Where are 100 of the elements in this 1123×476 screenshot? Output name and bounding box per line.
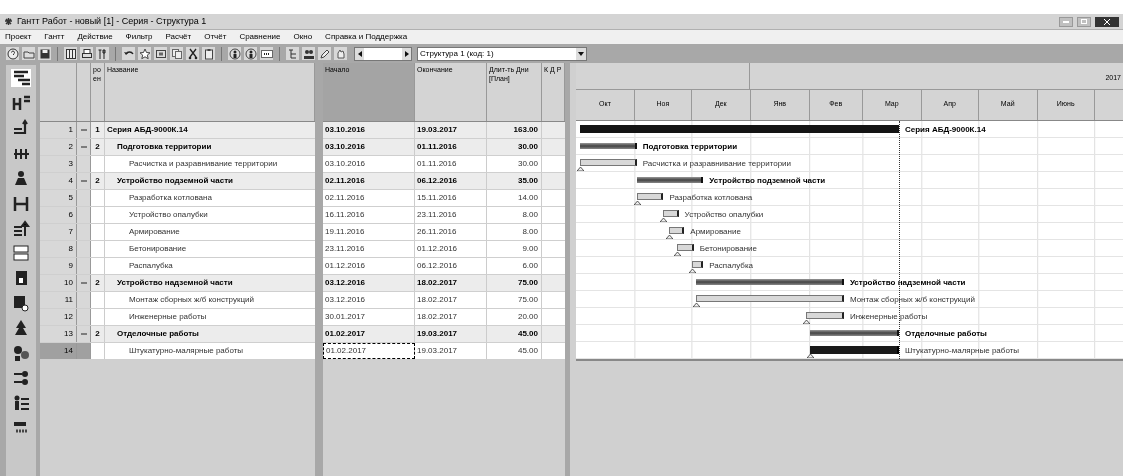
close-button[interactable] — [1095, 16, 1119, 27]
table-cell: Серия АБД-9000К.14 — [105, 122, 315, 138]
structure-dropdown[interactable]: Структура 1 (код: 1) — [417, 46, 587, 61]
row-number[interactable]: 14 — [40, 343, 77, 359]
table-cell[interactable]: 16.11.2016 — [323, 207, 415, 223]
row-number[interactable]: 10 — [40, 275, 77, 291]
columns-icon — [64, 47, 77, 60]
table-cell: Штукатурно-малярные работы — [105, 343, 315, 359]
toolbar-button[interactable] — [64, 47, 77, 60]
table-cell[interactable]: 02.11.2016 — [323, 173, 415, 189]
menu-item[interactable]: Фильтр — [124, 31, 154, 43]
menu-item[interactable]: Проект — [4, 31, 33, 43]
row-number[interactable]: 2 — [40, 139, 77, 155]
minimize-button[interactable] — [1059, 16, 1073, 27]
table-cell: 75.00 — [487, 292, 542, 308]
table-cell[interactable]: 03.12.2016 — [323, 275, 415, 291]
menu-item[interactable]: Сравнение — [238, 31, 282, 43]
table-cell: 2 — [91, 173, 105, 189]
table-cell — [542, 122, 565, 138]
minus-icon — [80, 144, 87, 150]
toolbar-button[interactable] — [96, 47, 109, 60]
row-number[interactable]: 13 — [40, 326, 77, 342]
row-number[interactable]: 3 — [40, 156, 77, 172]
table-cell[interactable]: 19.11.2016 — [323, 224, 415, 240]
table-cell: Расчистка и разравнивание территории — [105, 156, 315, 172]
toolbar-button[interactable] — [122, 47, 135, 60]
table-cell[interactable]: 01.12.2016 — [323, 258, 415, 274]
row-number[interactable]: 11 — [40, 292, 77, 308]
side-toolbar-button[interactable] — [11, 219, 31, 237]
gantt-bar — [691, 261, 704, 268]
table-cell — [542, 207, 565, 223]
collapse-toggle[interactable] — [79, 143, 88, 151]
collapse-toggle[interactable] — [79, 330, 88, 338]
scroll-left-button[interactable] — [355, 47, 364, 60]
collapse-toggle[interactable] — [79, 126, 88, 134]
table-cell[interactable]: 23.11.2016 — [323, 241, 415, 257]
toolbar-button[interactable] — [138, 47, 151, 60]
bar-label: Устройство подземной части — [709, 175, 826, 187]
table-cell: 30.00 — [487, 156, 542, 172]
side-toolbar-button[interactable] — [11, 244, 31, 262]
row-number[interactable]: 8 — [40, 241, 77, 257]
table-cell[interactable]: 03.12.2016 — [323, 292, 415, 308]
gantt-bar — [669, 227, 685, 234]
table-cell: 30.00 — [487, 139, 542, 155]
table-cell: 06.12.2016 — [415, 258, 487, 274]
table-cell: 2 — [91, 139, 105, 155]
menu-item[interactable]: Гантт — [43, 31, 66, 43]
dropdown-button[interactable] — [576, 47, 586, 60]
toolbar-button[interactable] — [302, 47, 315, 60]
table-cell: 18.02.2017 — [415, 309, 487, 325]
side-toolbar-button[interactable] — [11, 194, 31, 212]
menu-item[interactable]: Отчёт — [203, 31, 228, 43]
tool-icon — [12, 344, 30, 362]
toolbar-button[interactable] — [38, 47, 51, 60]
toolbar-button[interactable] — [260, 47, 273, 60]
table-cell[interactable]: 30.01.2017 — [323, 309, 415, 325]
menu-item[interactable]: Окно — [292, 31, 314, 43]
toolbar-button[interactable] — [202, 47, 215, 60]
side-toolbar-button[interactable] — [11, 119, 31, 137]
table-cell: 18.02.2017 — [415, 275, 487, 291]
side-toolbar-button[interactable] — [11, 94, 31, 112]
table-cell[interactable]: 01.02.2017 — [323, 326, 415, 342]
row-number[interactable]: 12 — [40, 309, 77, 325]
table-cell[interactable]: 01.02.2017 — [323, 343, 415, 359]
row-number[interactable]: 6 — [40, 207, 77, 223]
row-number[interactable]: 1 — [40, 122, 77, 138]
toolbar-button[interactable] — [318, 47, 331, 60]
collapse-toggle[interactable] — [79, 279, 88, 287]
collapse-toggle[interactable] — [79, 177, 88, 185]
toolbar-button[interactable] — [80, 47, 93, 60]
table-cell: 163.00 — [487, 122, 542, 138]
table-cell: Разработка котлована — [105, 190, 315, 206]
row-number[interactable]: 4 — [40, 173, 77, 189]
table-cell: 20.00 — [487, 309, 542, 325]
table-cell[interactable]: 03.10.2016 — [323, 139, 415, 155]
maximize-button[interactable] — [1077, 16, 1091, 27]
row-number[interactable]: 5 — [40, 190, 77, 206]
scroll-right-button[interactable] — [402, 47, 411, 60]
table-cell: 06.12.2016 — [415, 173, 487, 189]
table-cell: Устройство подземной части — [105, 173, 315, 189]
navigation-control[interactable] — [354, 46, 412, 61]
side-toolbar-button[interactable] — [11, 369, 31, 387]
toolbar-button[interactable] — [186, 47, 199, 60]
menu-item[interactable]: Действие — [76, 31, 114, 43]
row-number[interactable]: 9 — [40, 258, 77, 274]
bar-label: Серия АБД-9000К.14 — [905, 124, 986, 136]
side-toolbar-button[interactable] — [11, 69, 31, 87]
help-icon — [6, 47, 19, 60]
table-cell[interactable]: 02.11.2016 — [323, 190, 415, 206]
row-number[interactable]: 7 — [40, 224, 77, 240]
side-toolbar-button[interactable] — [11, 344, 31, 362]
side-toolbar-button[interactable] — [11, 294, 31, 312]
pencil-icon — [318, 47, 331, 60]
menu-item[interactable]: Справка и Поддержка — [324, 31, 409, 43]
toolbar-button[interactable] — [154, 47, 167, 60]
table-cell[interactable]: 03.10.2016 — [323, 122, 415, 138]
menu-item[interactable]: Расчёт — [164, 31, 193, 43]
table-cell: 2 — [91, 275, 105, 291]
bar-label: Устройство надземной части — [849, 277, 966, 289]
table-cell[interactable]: 03.10.2016 — [323, 156, 415, 172]
